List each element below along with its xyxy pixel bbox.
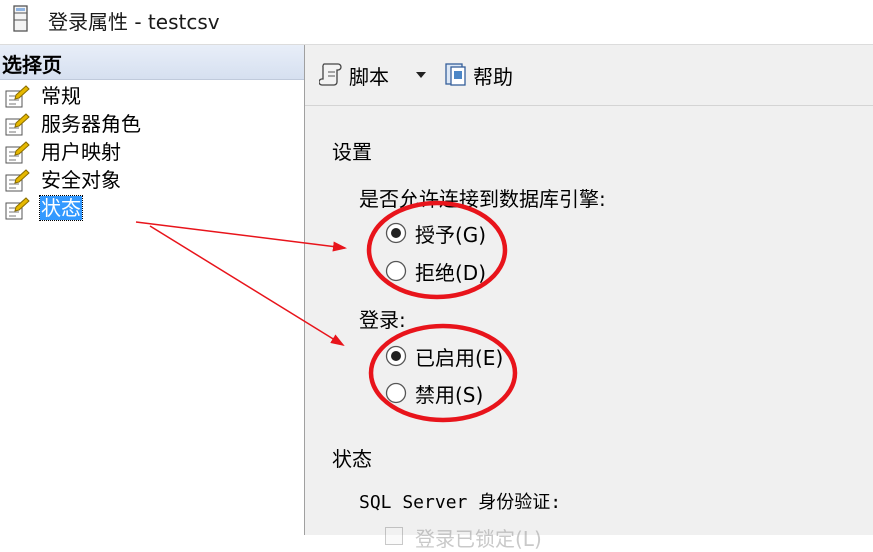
enabled-radio-label: 已启用(E): [415, 346, 504, 370]
page-item-general[interactable]: 常规: [0, 83, 300, 111]
page-item-server-roles[interactable]: 服务器角色: [0, 111, 300, 139]
chevron-down-icon[interactable]: [413, 67, 429, 83]
page-item-status[interactable]: 状态: [0, 195, 300, 223]
page-properties-icon: [5, 197, 30, 220]
page-list: 常规 服务器角色 用户映射 安全对象 状态: [0, 83, 300, 223]
help-button-label: 帮助: [473, 65, 513, 89]
script-button-label: 脚本: [349, 65, 389, 89]
login-label: 登录:: [359, 308, 406, 332]
properties-pane: 脚本 帮助 设置 是否允许连接到数据库引擎: 授予(G) 拒绝(D) 登录: 已…: [305, 45, 873, 551]
select-page-header: 选择页: [0, 45, 304, 80]
page-item-label: 安全对象: [41, 168, 121, 192]
settings-section-title: 设置: [332, 140, 372, 164]
select-page-pane: 选择页 常规 服务器角色 用户映射 安全对象 状态: [0, 45, 305, 535]
script-button[interactable]: 脚本: [319, 59, 415, 89]
page-properties-icon: [5, 169, 30, 192]
status-section-title: 状态: [332, 447, 372, 471]
deny-radio-label: 拒绝(D): [415, 261, 487, 285]
login-locked-label: 登录已锁定(L): [415, 527, 542, 551]
page-properties-icon: [5, 85, 30, 108]
page-properties-icon: [5, 141, 30, 164]
radio-unselected-icon: [385, 382, 407, 404]
select-page-header-label: 选择页: [2, 53, 62, 77]
help-button[interactable]: 帮助: [443, 59, 533, 89]
page-item-securables[interactable]: 安全对象: [0, 167, 300, 195]
window-title: 登录属性 - testcsv: [48, 10, 220, 34]
page-item-label: 状态: [39, 195, 83, 221]
window-title-bar: 登录属性 - testcsv: [0, 0, 873, 45]
disabled-radio-label: 禁用(S): [415, 383, 484, 407]
grant-radio-label: 授予(G): [415, 223, 487, 247]
page-item-label: 常规: [41, 84, 81, 108]
toolbar: 脚本 帮助: [305, 45, 873, 106]
page-item-label: 用户映射: [41, 140, 121, 164]
radio-unselected-icon: [385, 260, 407, 282]
radio-selected-icon: [385, 345, 407, 367]
checkbox-icon: [385, 527, 403, 545]
page-item-user-mapping[interactable]: 用户映射: [0, 139, 300, 167]
page-item-label: 服务器角色: [41, 112, 141, 136]
script-scroll-icon: [319, 63, 342, 86]
database-icon: [13, 5, 28, 32]
sql-auth-label: SQL Server 身份验证:: [359, 492, 562, 513]
connect-permission-label: 是否允许连接到数据库引擎:: [359, 187, 606, 211]
page-properties-icon: [5, 113, 30, 136]
help-book-icon: [445, 63, 466, 86]
radio-selected-icon: [385, 222, 407, 244]
